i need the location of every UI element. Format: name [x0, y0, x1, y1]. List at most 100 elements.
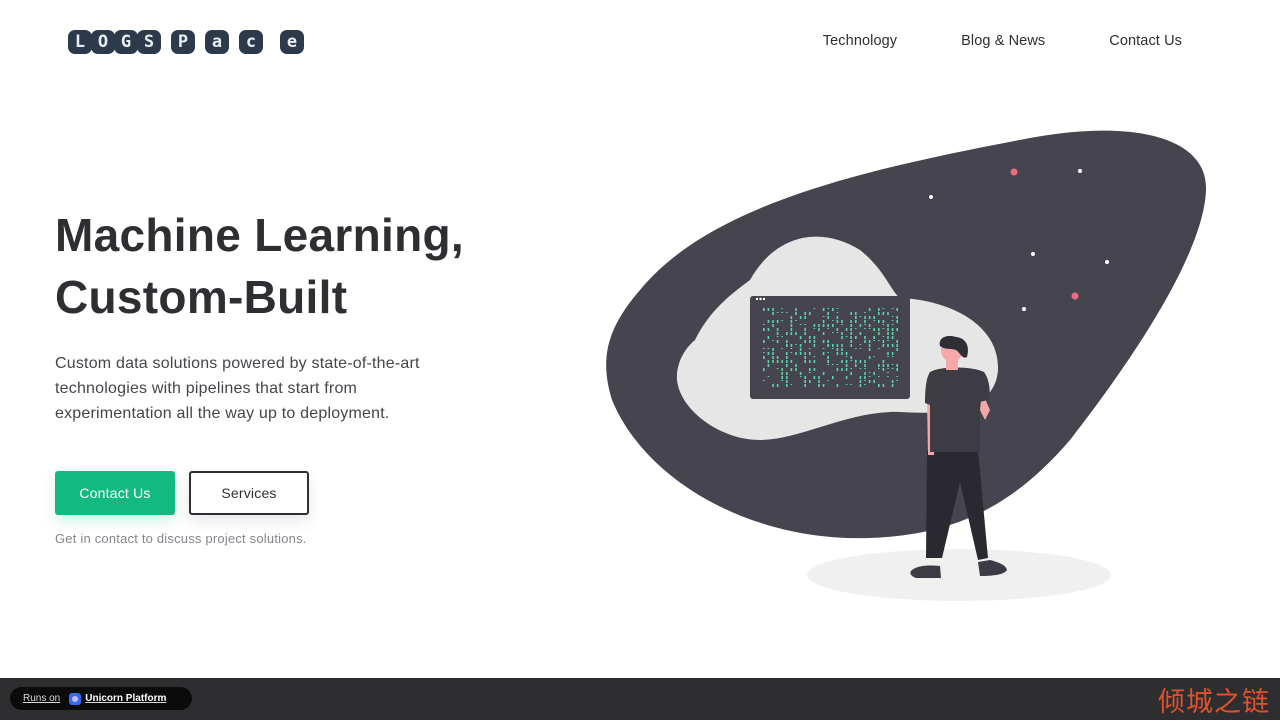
- code-glyph: [873, 356, 875, 357]
- code-glyph: [795, 352, 797, 355]
- code-glyph: [850, 340, 852, 343]
- code-glyph: [878, 328, 880, 331]
- code-glyph: [809, 312, 811, 315]
- code-glyph: [887, 336, 889, 339]
- code-glyph: [804, 340, 806, 343]
- code-glyph: [882, 308, 885, 309]
- code-glyph: [781, 348, 783, 349]
- logo[interactable]: L O G S P a c e: [68, 29, 304, 55]
- code-glyph: [882, 312, 885, 315]
- code-glyph: [836, 384, 839, 387]
- code-glyph: [799, 316, 802, 319]
- nav-link-blog-news[interactable]: Blog & News: [961, 33, 1045, 49]
- code-glyph: [781, 320, 783, 321]
- code-glyph: [767, 328, 770, 331]
- logo-tile: G: [114, 30, 138, 54]
- code-glyph: [809, 336, 811, 339]
- code-glyph: [855, 360, 857, 363]
- services-button[interactable]: Services: [189, 471, 309, 515]
- code-glyph: [868, 308, 871, 311]
- code-glyph: [850, 320, 852, 323]
- code-glyph: [891, 384, 894, 387]
- code-glyph: [813, 336, 816, 339]
- code-glyph: [850, 328, 852, 331]
- code-glyph: [822, 384, 825, 387]
- code-glyph: [836, 312, 839, 313]
- code-glyph: [887, 356, 889, 357]
- code-glyph: [786, 372, 788, 375]
- code-glyph: [896, 348, 898, 351]
- code-glyph: [813, 376, 816, 379]
- code-glyph: [804, 380, 806, 383]
- code-glyph: [822, 352, 825, 355]
- code-glyph: [841, 348, 843, 351]
- code-glyph: [850, 368, 852, 369]
- code-glyph: [832, 308, 834, 311]
- code-glyph: [891, 320, 894, 321]
- code-glyph: [786, 384, 788, 387]
- code-glyph: [868, 376, 871, 377]
- code-glyph: [790, 328, 793, 331]
- code-glyph: [795, 344, 797, 345]
- code-glyph: [868, 344, 871, 347]
- code-glyph: [790, 324, 793, 327]
- code-glyph: [763, 328, 765, 331]
- logo-tile: P: [171, 30, 195, 54]
- code-glyph: [878, 348, 880, 349]
- code-glyph: [832, 320, 834, 321]
- code-glyph: [786, 340, 788, 343]
- hero-note: Get in contact to discuss project soluti…: [55, 531, 307, 546]
- code-glyph: [786, 376, 788, 379]
- code-glyph: [855, 364, 857, 367]
- code-glyph: [868, 328, 871, 329]
- code-glyph: [786, 360, 788, 363]
- code-glyph: [809, 348, 811, 349]
- code-glyph: [809, 352, 811, 355]
- footer-bar: [0, 678, 1280, 720]
- logo-tile: O: [91, 30, 115, 54]
- code-glyph: [841, 352, 843, 355]
- code-glyph: [864, 340, 866, 343]
- nav-link-technology[interactable]: Technology: [823, 33, 897, 49]
- code-glyph: [887, 324, 889, 327]
- code-glyph: [896, 376, 898, 377]
- code-glyph: [896, 340, 898, 343]
- code-glyph: [767, 320, 770, 323]
- logo-tile: e: [280, 30, 304, 54]
- code-glyph: [878, 376, 880, 377]
- code-glyph: [873, 320, 875, 321]
- code-glyph: [822, 324, 825, 327]
- code-glyph: [841, 324, 843, 325]
- code-glyph: [799, 372, 802, 375]
- runs-on-badge[interactable]: Runs on Unicorn Platform: [10, 687, 192, 710]
- code-glyph: [832, 364, 834, 365]
- code-glyph: [763, 380, 765, 381]
- code-glyph: [763, 324, 765, 325]
- star-dot: [1031, 252, 1035, 256]
- code-glyph: [790, 368, 793, 371]
- star-dot: [1105, 260, 1109, 264]
- code-screen: [750, 296, 910, 399]
- code-glyph: [864, 324, 866, 325]
- code-glyph: [855, 312, 857, 315]
- code-glyph: [887, 344, 889, 347]
- badge-prefix: Runs on: [23, 693, 61, 704]
- code-glyph: [850, 336, 852, 339]
- code-glyph: [799, 352, 802, 355]
- code-glyph: [781, 360, 783, 363]
- code-glyph: [818, 384, 820, 387]
- code-glyph: [841, 336, 843, 339]
- code-glyph: [776, 336, 779, 337]
- nav-link-contact-us[interactable]: Contact Us: [1109, 33, 1182, 49]
- code-glyph: [859, 332, 862, 335]
- code-glyph: [763, 348, 765, 349]
- code-glyph: [786, 344, 788, 347]
- code-glyph: [873, 340, 875, 341]
- code-glyph: [832, 324, 834, 327]
- code-glyph: [878, 364, 880, 367]
- contact-us-button[interactable]: Contact Us: [55, 471, 175, 515]
- code-glyph: [786, 352, 788, 355]
- accent-dot: [1010, 168, 1018, 176]
- code-glyph: [786, 312, 788, 313]
- code-glyph: [887, 312, 889, 315]
